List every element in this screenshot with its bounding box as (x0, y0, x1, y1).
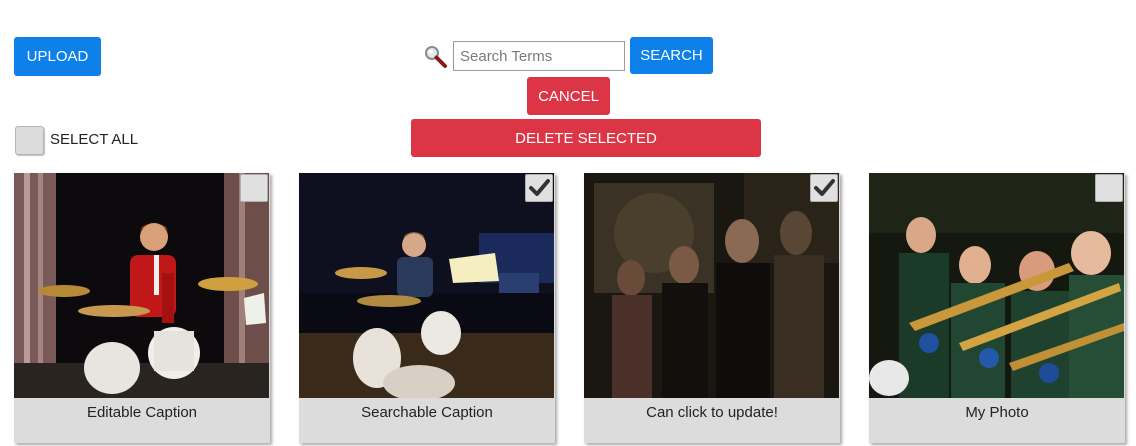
photo-drummer-stage-icon (299, 173, 554, 398)
select-checkbox[interactable] (525, 174, 553, 202)
checkmark-icon (814, 179, 835, 196)
select-checkbox[interactable] (240, 174, 268, 202)
photo-caption[interactable]: My Photo (869, 398, 1125, 443)
photo-caption[interactable]: Searchable Caption (299, 398, 555, 443)
photo-card[interactable]: Searchable Caption (299, 173, 555, 443)
photo-card[interactable]: Can click to update! (584, 173, 840, 443)
cancel-button[interactable]: CANCEL (527, 77, 610, 115)
search-button[interactable]: SEARCH (630, 37, 713, 74)
checkmark-icon (529, 179, 550, 196)
photo-caption[interactable]: Editable Caption (14, 398, 270, 443)
search-icon (425, 46, 447, 68)
photo-image[interactable] (869, 173, 1124, 398)
photo-caption[interactable]: Can click to update! (584, 398, 840, 443)
photo-trombone-section-icon (869, 173, 1124, 398)
photo-image[interactable] (299, 173, 554, 398)
photo-image[interactable] (584, 173, 839, 398)
select-checkbox[interactable] (1095, 174, 1123, 202)
photo-group-dark-icon (584, 173, 839, 398)
delete-selected-button[interactable]: DELETE SELECTED (411, 119, 761, 157)
upload-button[interactable]: UPLOAD (14, 37, 101, 76)
select-all-label: SELECT ALL (50, 131, 139, 148)
photo-card[interactable]: Editable Caption (14, 173, 270, 443)
select-checkbox[interactable] (810, 174, 838, 202)
photo-image[interactable] (14, 173, 269, 398)
search-input[interactable] (453, 41, 625, 71)
photo-drummer-red-jacket-icon (14, 173, 269, 398)
photo-card[interactable]: My Photo (869, 173, 1125, 443)
select-all-checkbox[interactable] (15, 126, 44, 155)
